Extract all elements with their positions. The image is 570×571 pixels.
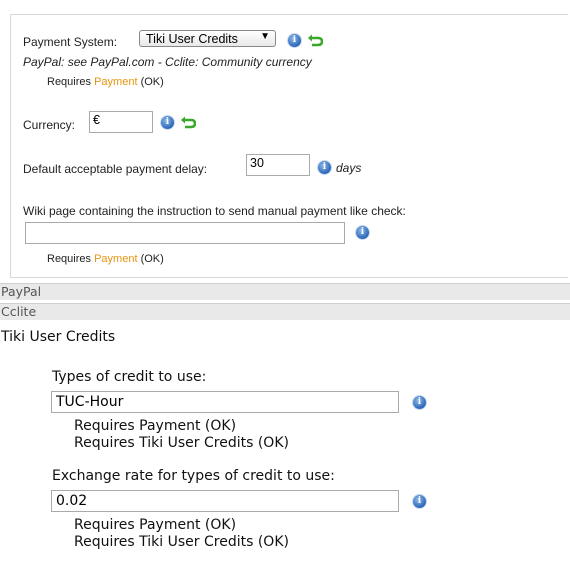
currency-input[interactable]: € xyxy=(89,111,153,133)
wiki-page-input[interactable] xyxy=(25,222,345,244)
credit-types-requires-payment: Requires Payment (OK) xyxy=(74,418,237,434)
requires-status: (OK) xyxy=(140,76,164,88)
requires-text: Requires xyxy=(47,253,92,265)
exchange-rate-requires-credits: Requires Tiki User Credits (OK) xyxy=(74,534,289,550)
payment-link[interactable]: Payment xyxy=(94,253,137,265)
payment-system-select[interactable]: Tiki User Credits ▼ xyxy=(139,30,276,47)
requires-note: Requires Payment (OK) xyxy=(47,76,164,88)
section-tiki-user-credits[interactable]: Tiki User Credits xyxy=(1,329,115,345)
credit-types-input[interactable]: TUC-Hour xyxy=(51,391,399,413)
info-icon[interactable]: i xyxy=(413,495,426,508)
reset-icon[interactable] xyxy=(180,116,196,129)
payment-delay-label: Default acceptable payment delay: xyxy=(23,162,208,176)
payment-delay-unit: days xyxy=(336,161,362,175)
requires-status: (OK) xyxy=(140,253,164,265)
info-icon[interactable]: i xyxy=(318,161,331,174)
wiki-requires-note: Requires Payment (OK) xyxy=(47,253,164,265)
dropdown-arrow-icon: ▼ xyxy=(260,31,270,42)
payment-system-hint: PayPal: see PayPal.com - Cclite: Communi… xyxy=(23,55,312,69)
section-cclite[interactable]: Cclite xyxy=(0,303,570,320)
credit-types-label: Types of credit to use: xyxy=(52,369,207,385)
exchange-rate-requires-payment: Requires Payment (OK) xyxy=(74,517,237,533)
info-icon[interactable]: i xyxy=(413,396,426,409)
info-icon[interactable]: i xyxy=(161,116,174,129)
reset-icon[interactable] xyxy=(307,34,323,47)
payment-delay-input[interactable]: 30 xyxy=(246,154,310,176)
exchange-rate-label: Exchange rate for types of credit to use… xyxy=(52,468,335,484)
payment-link[interactable]: Payment xyxy=(94,76,137,88)
payment-system-value: Tiki User Credits xyxy=(146,32,238,46)
section-paypal[interactable]: PayPal xyxy=(0,283,570,300)
exchange-rate-input[interactable]: 0.02 xyxy=(51,490,399,512)
info-icon[interactable]: i xyxy=(288,34,301,47)
requires-text: Requires xyxy=(47,76,92,88)
payment-settings-panel: Payment System: Tiki User Credits ▼ i Pa… xyxy=(10,14,568,278)
credit-types-requires-credits: Requires Tiki User Credits (OK) xyxy=(74,435,289,451)
currency-label: Currency: xyxy=(23,118,76,132)
payment-system-label: Payment System: xyxy=(23,35,118,49)
info-icon[interactable]: i xyxy=(356,226,369,239)
wiki-page-label: Wiki page containing the instruction to … xyxy=(23,204,406,218)
